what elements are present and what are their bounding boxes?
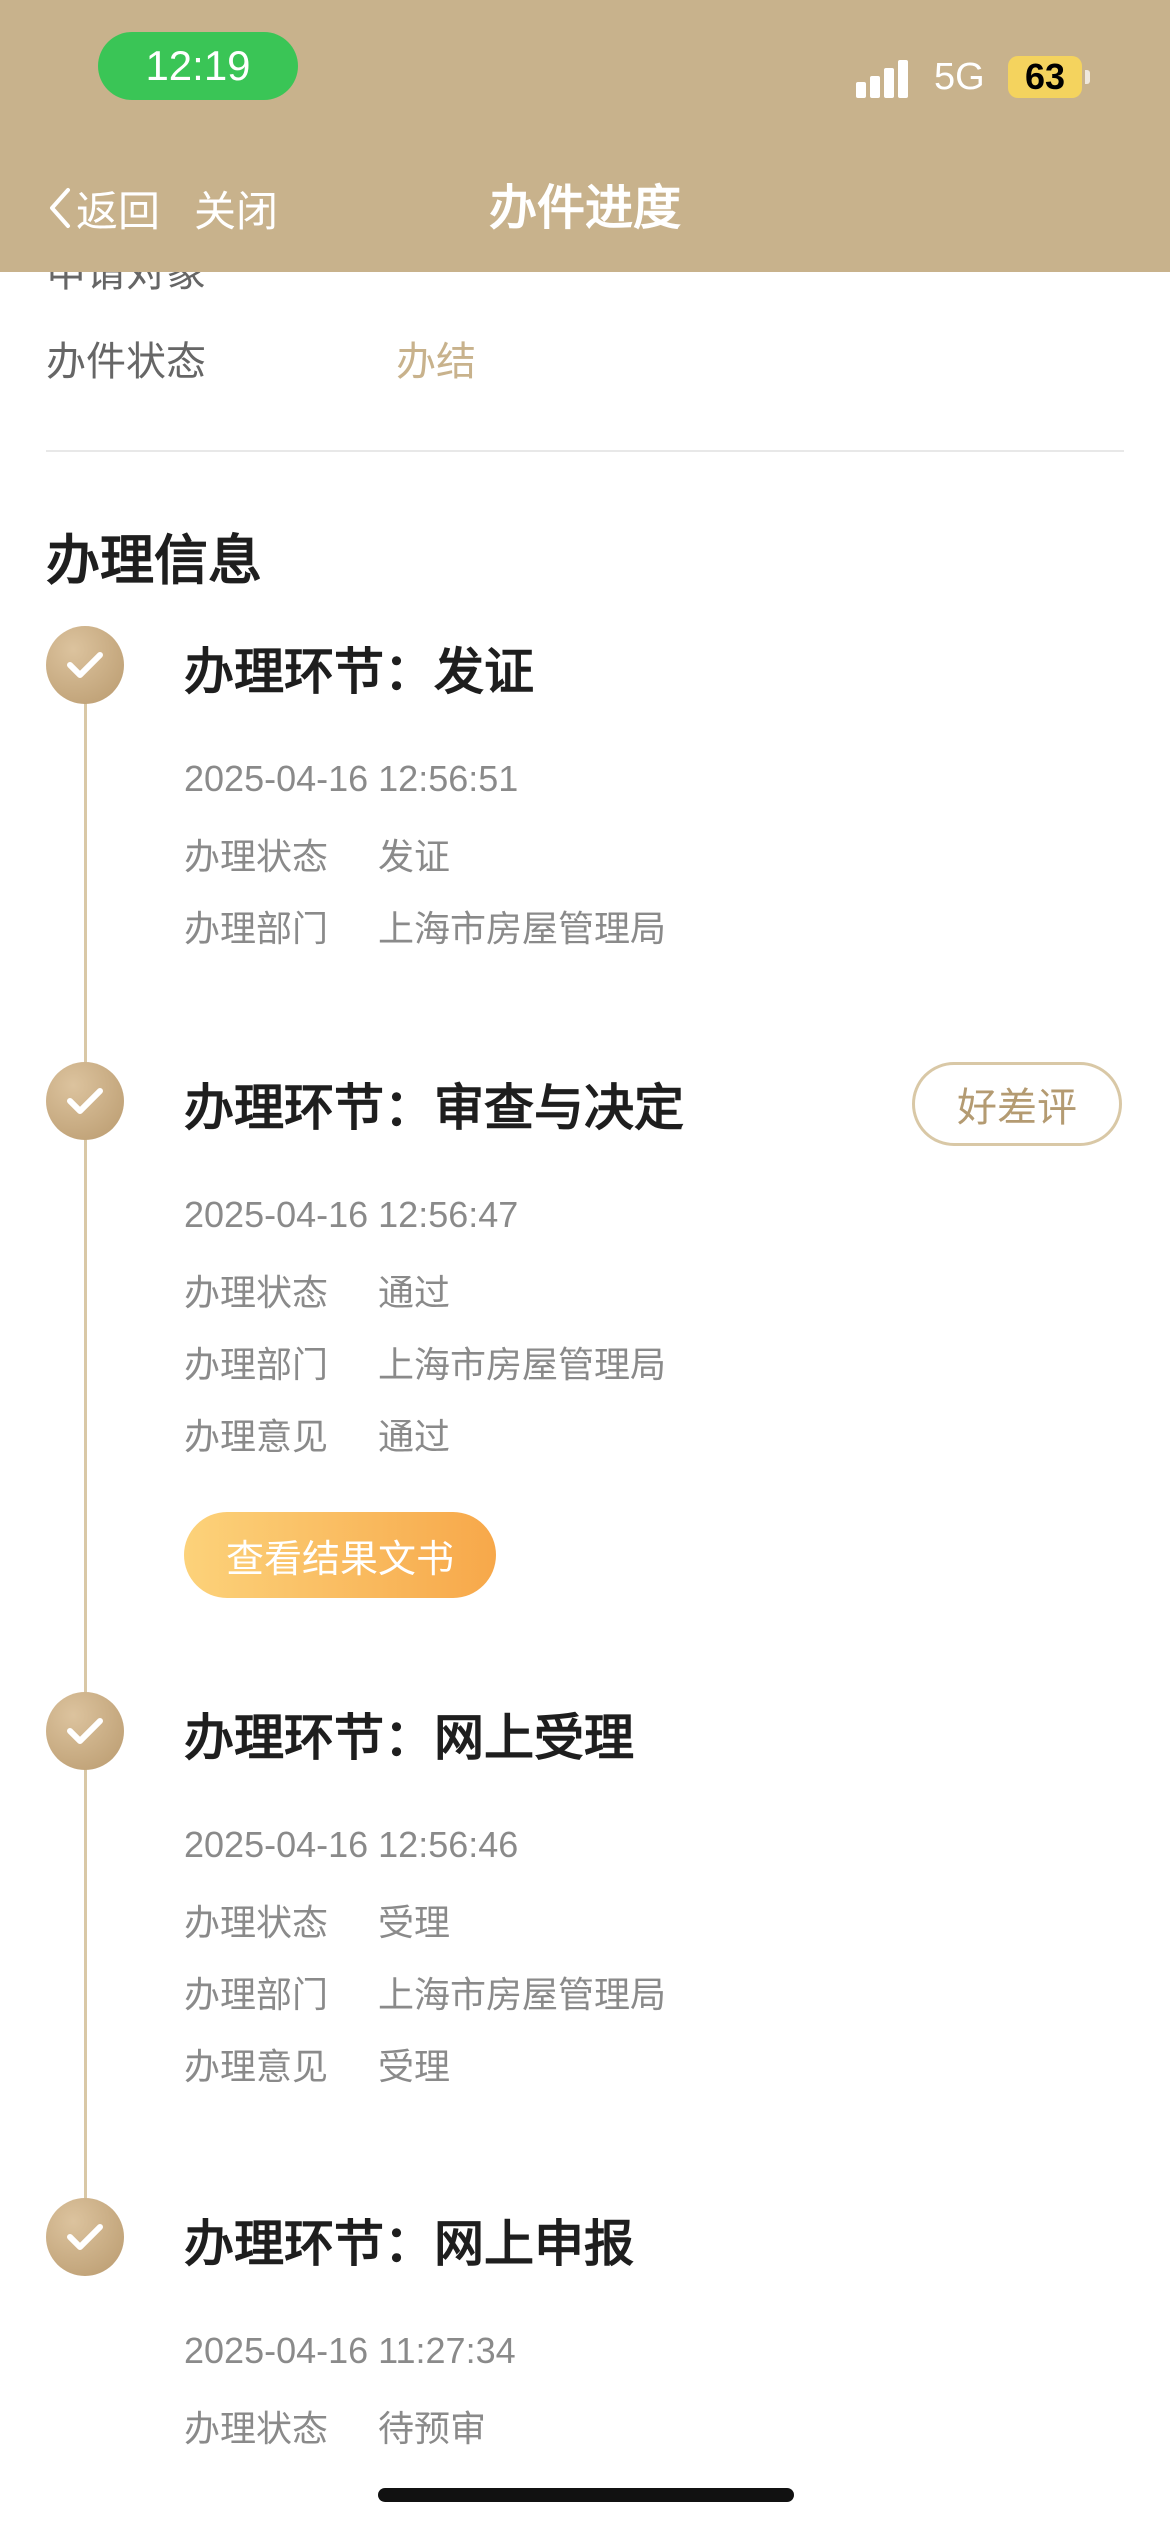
- case-status-value: 办结: [396, 339, 476, 385]
- step-time: 2025-04-16 12:56:51: [184, 758, 519, 799]
- app-header: 12:19 5G 63 返回 关闭 办件进度: [0, 0, 1170, 272]
- step-field: 办理状态 待预审: [184, 2400, 486, 2452]
- field-value: 发证: [378, 837, 451, 878]
- field-label: 办理状态: [184, 1903, 329, 1944]
- home-indicator[interactable]: [378, 2488, 794, 2502]
- field-label: 办理部门: [184, 1975, 329, 2016]
- check-icon: [46, 1062, 124, 1140]
- view-result-document-button[interactable]: 查看结果文书: [184, 1512, 496, 1598]
- timeline-line: [84, 700, 87, 2240]
- field-value: 受理: [378, 2047, 451, 2088]
- field-value: 待预审: [378, 2409, 487, 2450]
- step-time: 2025-04-16 11:27:34: [184, 2330, 516, 2371]
- step-title: 办理环节：网上受理: [184, 1709, 634, 1767]
- step-field: 办理部门 上海市房屋管理局: [184, 1966, 666, 2018]
- field-label: 办理意见: [184, 1417, 329, 1458]
- divider: [46, 450, 1124, 452]
- field-value: 通过: [378, 1273, 451, 1314]
- field-label: 办理状态: [184, 2409, 329, 2450]
- step-field: 办理部门 上海市房屋管理局: [184, 900, 666, 952]
- step-field: 办理意见 通过: [184, 1408, 450, 1460]
- field-label: 办理部门: [184, 909, 329, 950]
- field-label: 办理状态: [184, 1273, 329, 1314]
- step-field: 办理状态 发证: [184, 828, 450, 880]
- battery-icon: 63: [1008, 56, 1082, 98]
- check-icon: [46, 626, 124, 704]
- field-label: 办理意见: [184, 2047, 329, 2088]
- field-label: 办理部门: [184, 1345, 329, 1386]
- step-field: 办理意见 受理: [184, 2038, 450, 2090]
- page-title: 办件进度: [488, 180, 681, 236]
- step-title: 办理环节：网上申报: [184, 2215, 634, 2273]
- rate-button[interactable]: 好差评: [912, 1062, 1122, 1146]
- step-field: 办理部门 上海市房屋管理局: [184, 1336, 666, 1388]
- step-title: 办理环节：发证: [184, 643, 534, 701]
- signal-icon: [856, 58, 916, 98]
- battery-tip: [1085, 70, 1090, 84]
- network-type: 5G: [934, 56, 985, 98]
- field-value: 上海市房屋管理局: [378, 909, 667, 950]
- case-status-label: 办件状态: [46, 339, 206, 385]
- section-title: 办理信息: [46, 529, 262, 592]
- field-label: 办理状态: [184, 837, 329, 878]
- check-icon: [46, 1692, 124, 1770]
- step-time: 2025-04-16 12:56:47: [184, 1194, 519, 1235]
- step-field: 办理状态 受理: [184, 1894, 450, 1946]
- status-time: 12:19: [98, 32, 298, 100]
- field-value: 上海市房屋管理局: [378, 1975, 667, 2016]
- step-field: 办理状态 通过: [184, 1264, 450, 1316]
- check-icon: [46, 2198, 124, 2276]
- step-time: 2025-04-16 12:56:46: [184, 1824, 519, 1865]
- case-status-row: 办件状态 办结: [46, 328, 1124, 388]
- field-value: 受理: [378, 1903, 451, 1944]
- step-title: 办理环节：审查与决定: [184, 1079, 684, 1137]
- field-value: 上海市房屋管理局: [378, 1345, 667, 1386]
- field-value: 通过: [378, 1417, 451, 1458]
